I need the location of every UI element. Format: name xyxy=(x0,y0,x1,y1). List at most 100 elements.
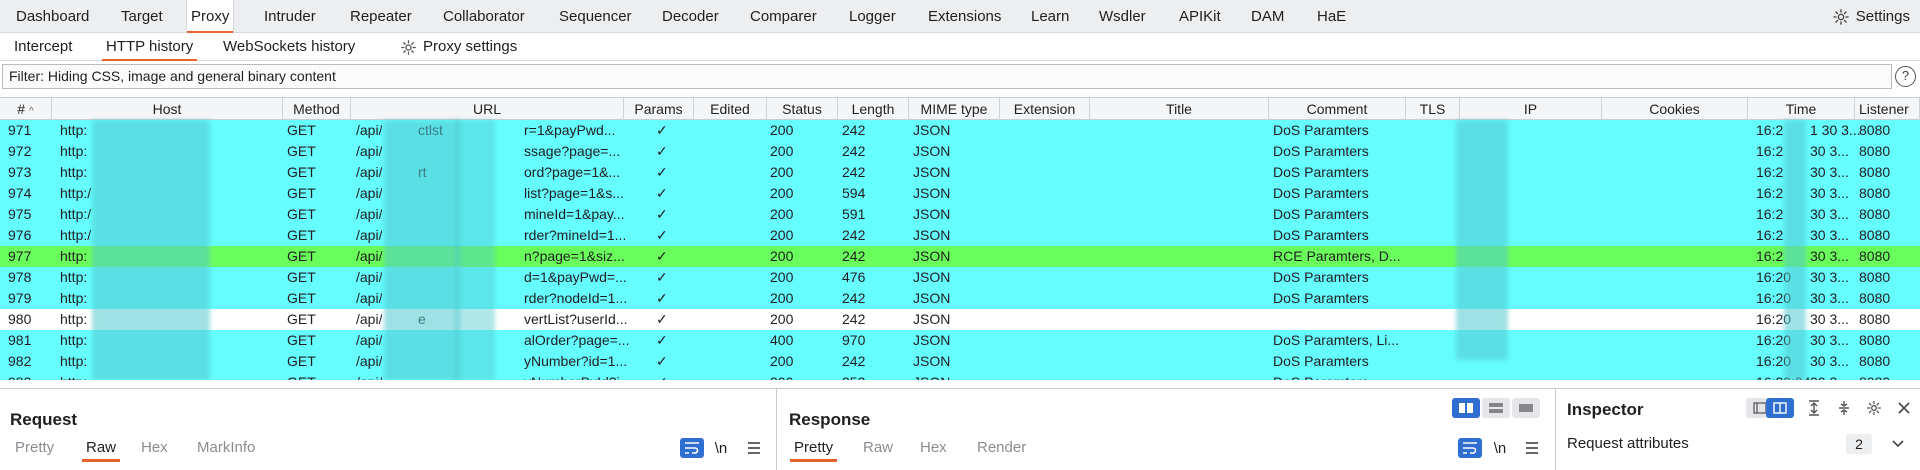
tab-intercept[interactable]: Intercept xyxy=(10,33,76,61)
cell-listener: 8080 xyxy=(1859,290,1891,306)
cell-url: /api/ xyxy=(356,269,383,285)
cell-url: /api/ xyxy=(356,311,383,327)
column-header-mime-type[interactable]: MIME type xyxy=(909,98,1000,120)
tab-apikit[interactable]: APIKit xyxy=(1175,0,1225,33)
cell-mime: JSON xyxy=(913,248,951,264)
table-row[interactable]: 981 http: GET/api/alOrder?page=... ✓ 400 970 J… xyxy=(0,330,1920,351)
column-header-cookies[interactable]: Cookies xyxy=(1602,98,1748,120)
tab-logger[interactable]: Logger xyxy=(845,0,900,33)
request-tab-hex[interactable]: Hex xyxy=(141,439,168,456)
table-row[interactable]: 974 http:/ GET/api/list?page=1&s... ✓ 200 594… xyxy=(0,183,1920,204)
request-newline-icon[interactable]: \n xyxy=(709,438,733,458)
cell-mime: JSON xyxy=(913,227,951,243)
tab-decoder[interactable]: Decoder xyxy=(658,0,723,33)
column-header-params[interactable]: Params xyxy=(624,98,694,120)
tab-collaborator[interactable]: Collaborator xyxy=(439,0,529,33)
column-header-listener[interactable]: Listener xyxy=(1855,98,1920,120)
cell-url-end: n?page=1&siz... xyxy=(524,248,625,264)
table-row[interactable]: 975 http:/ GET/api/mineId=1&pay... ✓ 200 591 J… xyxy=(0,204,1920,225)
cell-length: 242 xyxy=(842,164,866,180)
column-header-edited[interactable]: Edited xyxy=(694,98,767,120)
close-icon[interactable] xyxy=(1892,398,1916,418)
tab-repeater[interactable]: Repeater xyxy=(346,0,416,33)
expand-all-icon[interactable] xyxy=(1802,398,1826,418)
layout-tabs-icon[interactable] xyxy=(1512,398,1540,418)
request-tab-pretty[interactable]: Pretty xyxy=(15,439,54,456)
cell-url-end: yNumber?id=1... xyxy=(524,353,628,369)
cell-length: 242 xyxy=(842,122,866,138)
layout-stacked-icon[interactable] xyxy=(1482,398,1510,418)
response-tab-raw[interactable]: Raw xyxy=(863,439,893,456)
help-icon[interactable]: ? xyxy=(1895,66,1916,87)
table-row[interactable]: 973http:GET/api/rtord?page=1&...✓200242J… xyxy=(0,162,1920,183)
column-header-extension[interactable]: Extension xyxy=(1000,98,1090,120)
column-header-time[interactable]: Time xyxy=(1748,98,1855,120)
request-attributes-count: 2 xyxy=(1846,434,1872,454)
table-row[interactable]: 978 http: GET/api/d=1&payPwd=... ✓ 200 476 JSO… xyxy=(0,267,1920,288)
tab-comparer[interactable]: Comparer xyxy=(746,0,821,33)
column-header-method[interactable]: Method xyxy=(283,98,351,120)
request-tab-markinfo[interactable]: MarkInfo xyxy=(197,439,255,456)
cell-status: 200 xyxy=(770,143,794,159)
chevron-down-icon[interactable] xyxy=(1886,434,1910,454)
collapse-all-icon[interactable] xyxy=(1832,398,1856,418)
tab-sequencer[interactable]: Sequencer xyxy=(555,0,636,33)
table-row[interactable]: 983 http: GET/api/yNumberById?i... ✓ 200 253 J… xyxy=(0,372,1920,380)
proxy-settings-button[interactable]: Proxy settings xyxy=(396,33,521,61)
filter-settings-field[interactable]: Filter: Hiding CSS, image and general bi… xyxy=(2,64,1892,89)
inspector-settings-gear-icon[interactable] xyxy=(1862,398,1886,418)
tab-proxy[interactable]: Proxy xyxy=(186,0,235,34)
inspector-layout-split-icon[interactable] xyxy=(1766,398,1794,418)
cell-params: ✓ xyxy=(656,206,668,222)
column-header-host[interactable]: Host xyxy=(52,98,283,120)
response-tab-render[interactable]: Render xyxy=(977,439,1026,456)
tab-dam[interactable]: DAM xyxy=(1247,0,1288,33)
table-row[interactable]: 980http:GET/api/evertList?userId...✓2002… xyxy=(0,309,1920,330)
column-header-title[interactable]: Title xyxy=(1090,98,1269,120)
request-menu-icon[interactable] xyxy=(742,438,766,458)
column-header-number[interactable]: # ^ xyxy=(0,98,52,120)
tab-intruder[interactable]: Intruder xyxy=(260,0,320,33)
cell-time-tail: 30 3... xyxy=(1810,143,1849,159)
cell-time-tail: 1 30 3... xyxy=(1810,122,1861,138)
table-row[interactable]: 979 http: GET/api/rder?nodeId=1... ✓ 200 242 J… xyxy=(0,288,1920,309)
column-header-url[interactable]: URL xyxy=(351,98,624,120)
tab-http-history[interactable]: HTTP history xyxy=(102,33,198,62)
cell-method: GET xyxy=(283,372,316,380)
tab-hae[interactable]: HaE xyxy=(1313,0,1350,33)
response-tab-pretty[interactable]: Pretty xyxy=(789,439,838,462)
tab-target[interactable]: Target xyxy=(117,0,167,33)
request-wrap-lines-icon[interactable] xyxy=(680,438,704,458)
cell-num: 981 xyxy=(8,332,32,348)
table-row[interactable]: 976 http:/ GET/api/rder?mineId=1... ✓ 200 242… xyxy=(0,225,1920,246)
tab-websockets-history[interactable]: WebSockets history xyxy=(219,33,359,61)
tab-wsdler[interactable]: Wsdler xyxy=(1095,0,1150,33)
cell-length: 242 xyxy=(842,248,866,264)
cell-length: 476 xyxy=(842,269,866,285)
column-header-status[interactable]: Status xyxy=(767,98,838,120)
request-tab-raw[interactable]: Raw xyxy=(81,439,121,462)
layout-side-by-side-icon[interactable] xyxy=(1452,398,1480,418)
column-header-ip[interactable]: IP xyxy=(1460,98,1602,120)
table-row[interactable]: 982 http: GET/api/yNumber?id=1... ✓ 200 242 JS… xyxy=(0,351,1920,372)
request-attributes-section[interactable]: Request attributes xyxy=(1567,435,1689,452)
settings-button[interactable]: Settings xyxy=(1832,0,1910,33)
inspector-panel-title: Inspector xyxy=(1567,400,1644,419)
column-header-comment[interactable]: Comment xyxy=(1269,98,1406,120)
table-row[interactable]: 972 http: GET/api/ssage?page=... ✓ 200 242 JSO… xyxy=(0,141,1920,162)
response-newline-icon[interactable]: \n xyxy=(1488,438,1512,458)
response-wrap-lines-icon[interactable] xyxy=(1458,438,1482,458)
table-row[interactable]: 977 http: GET/api/n?page=1&siz... ✓ 200 242 JS… xyxy=(0,246,1920,267)
cell-listener: 8080 xyxy=(1859,227,1891,243)
column-header-length[interactable]: Length xyxy=(838,98,909,120)
tab-dashboard[interactable]: Dashboard xyxy=(12,0,93,33)
response-menu-icon[interactable] xyxy=(1520,438,1544,458)
tab-learn[interactable]: Learn xyxy=(1027,0,1073,33)
response-panel-title: Response xyxy=(789,410,871,429)
cell-status: 200 xyxy=(770,269,794,285)
table-row[interactable]: 971http:GET/api/ctlstr=1&payPwd...✓20024… xyxy=(0,120,1920,141)
column-header-tls[interactable]: TLS xyxy=(1406,98,1460,120)
cell-mime: JSON xyxy=(913,290,951,306)
response-tab-hex[interactable]: Hex xyxy=(920,439,947,456)
tab-extensions[interactable]: Extensions xyxy=(924,0,1005,33)
